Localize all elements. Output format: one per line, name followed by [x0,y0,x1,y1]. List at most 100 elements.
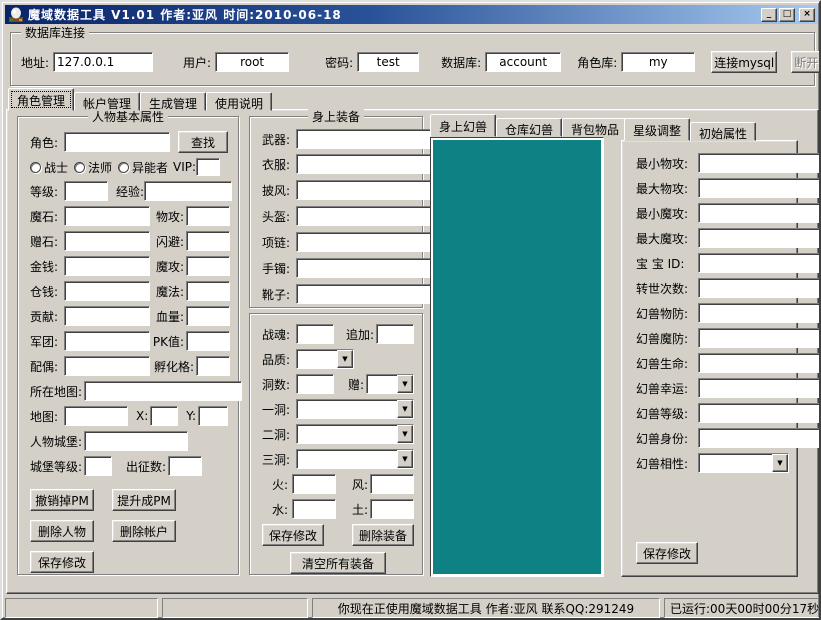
dropdown-arrow-icon[interactable]: ▼ [397,450,413,468]
role-input[interactable] [64,132,170,152]
holes-input[interactable] [296,374,334,394]
rebirth-count-input[interactable] [698,278,821,298]
pk-value-input[interactable] [186,331,230,351]
mage-radio[interactable] [74,162,85,173]
password-input[interactable] [357,52,419,72]
database-input[interactable] [485,52,561,72]
pet-magic-def-label: 幻兽魔防: [636,330,698,347]
delete-equipment-button[interactable]: 删除装备 [352,524,414,546]
castle-input[interactable] [84,431,188,451]
water-label: 水: [272,501,292,518]
pet-level-label: 幻兽等级: [636,405,698,422]
dropdown-arrow-icon[interactable]: ▼ [337,350,353,368]
contribution-input[interactable] [64,306,150,326]
min-magic-atk-label: 最小魔攻: [636,205,698,222]
minimize-button[interactable]: _ [761,8,777,22]
tab-initial-attributes[interactable]: 初始属性 [690,122,756,141]
vip-input[interactable] [196,158,220,176]
money-input[interactable] [64,256,150,276]
warrior-radio[interactable] [30,162,41,173]
war-soul-input[interactable] [296,324,334,344]
pet-listbox[interactable] [430,137,604,577]
fire-input[interactable] [292,474,336,494]
pet-phys-def-input[interactable] [698,303,821,323]
hole1-dropdown[interactable]: ▼ [296,399,414,419]
wind-input[interactable] [370,474,414,494]
tab-account-management[interactable]: 帐户管理 [74,92,140,111]
tab-warehouse-pets[interactable]: 仓库幻兽 [496,118,562,137]
magic-atk-input[interactable] [186,256,230,276]
castle-level-input[interactable] [84,456,112,476]
dropdown-arrow-icon[interactable]: ▼ [397,425,413,443]
pet-listbox-area[interactable] [433,140,601,574]
pet-luck-input[interactable] [698,378,821,398]
spouse-input[interactable] [64,356,150,376]
dropdown-arrow-icon[interactable]: ▼ [397,375,413,393]
tab-star-adjust[interactable]: 星级调整 [624,118,690,141]
roledb-input[interactable] [621,52,695,72]
tab-usage-help[interactable]: 使用说明 [206,92,272,111]
pet-hp-input[interactable] [698,353,821,373]
address-input[interactable] [53,52,153,72]
max-magic-atk-input[interactable] [698,228,821,248]
dropdown-arrow-icon[interactable]: ▼ [772,454,788,472]
magic-stone-input[interactable] [64,206,150,226]
disconnect-mysql-button[interactable]: 断开mysql [791,51,821,73]
close-button[interactable]: × [799,8,815,22]
save-equipment-button[interactable]: 保存修改 [262,524,324,546]
gift-stone-input[interactable] [64,231,150,251]
pet-identity-input[interactable] [698,428,821,448]
boots-label: 靴子: [262,286,296,303]
map-input[interactable] [64,406,128,426]
max-phys-atk-input[interactable] [698,178,821,198]
mana-label: 魔法: [156,283,184,300]
min-phys-atk-input[interactable] [698,153,821,173]
expedition-input[interactable] [168,456,202,476]
legion-input[interactable] [64,331,150,351]
phys-atk-input[interactable] [186,206,230,226]
exp-input[interactable] [144,181,232,201]
pet-affinity-label: 幻兽相性: [636,455,698,472]
bank-money-input[interactable] [64,281,150,301]
tab-bag-items[interactable]: 背包物品 [562,118,628,137]
quality-dropdown[interactable]: ▼ [296,349,354,369]
dropdown-arrow-icon[interactable]: ▼ [397,400,413,418]
gift-dropdown-value [367,375,397,393]
hatch-slot-input[interactable] [196,356,230,376]
hole3-dropdown[interactable]: ▼ [296,449,414,469]
demote-pm-button[interactable]: 撤销掉PM [30,489,94,511]
pet-level-input[interactable] [698,403,821,423]
hole2-dropdown[interactable]: ▼ [296,424,414,444]
delete-account-button[interactable]: 删除帐户 [112,520,176,542]
level-input[interactable] [64,181,108,201]
pet-id-input[interactable] [698,253,821,273]
star-save-button[interactable]: 保存修改 [636,542,698,564]
pet-magic-def-input[interactable] [698,328,821,348]
y-input[interactable] [198,406,228,426]
user-input[interactable] [215,52,289,72]
save-changes-button[interactable]: 保存修改 [30,551,94,573]
promote-pm-button[interactable]: 提升成PM [112,489,176,511]
mana-input[interactable] [186,281,230,301]
dodge-input[interactable] [186,231,230,251]
append-input[interactable] [376,324,414,344]
pet-affinity-dropdown[interactable]: ▼ [698,453,789,473]
current-map-input[interactable] [84,381,242,401]
delete-character-button[interactable]: 删除人物 [30,520,94,542]
hp-input[interactable] [186,306,230,326]
earth-input[interactable] [370,499,414,519]
tab-body-pets[interactable]: 身上幻兽 [430,114,496,137]
tab-generate-management[interactable]: 生成管理 [140,92,206,111]
connect-mysql-button[interactable]: 连接mysql [711,51,777,73]
gift-dropdown[interactable]: ▼ [366,374,414,394]
water-input[interactable] [292,499,336,519]
esper-radio-label: 异能者 [132,159,168,176]
min-magic-atk-input[interactable] [698,203,821,223]
find-button[interactable]: 查找 [178,131,228,153]
esper-radio[interactable] [118,162,129,173]
tab-role-management[interactable]: 角色管理 [8,88,74,111]
maximize-button[interactable]: □ [779,8,795,22]
x-input[interactable] [150,406,178,426]
user-label: 用户: [183,54,211,71]
clear-all-equipment-button[interactable]: 清空所有装备 [290,552,386,574]
